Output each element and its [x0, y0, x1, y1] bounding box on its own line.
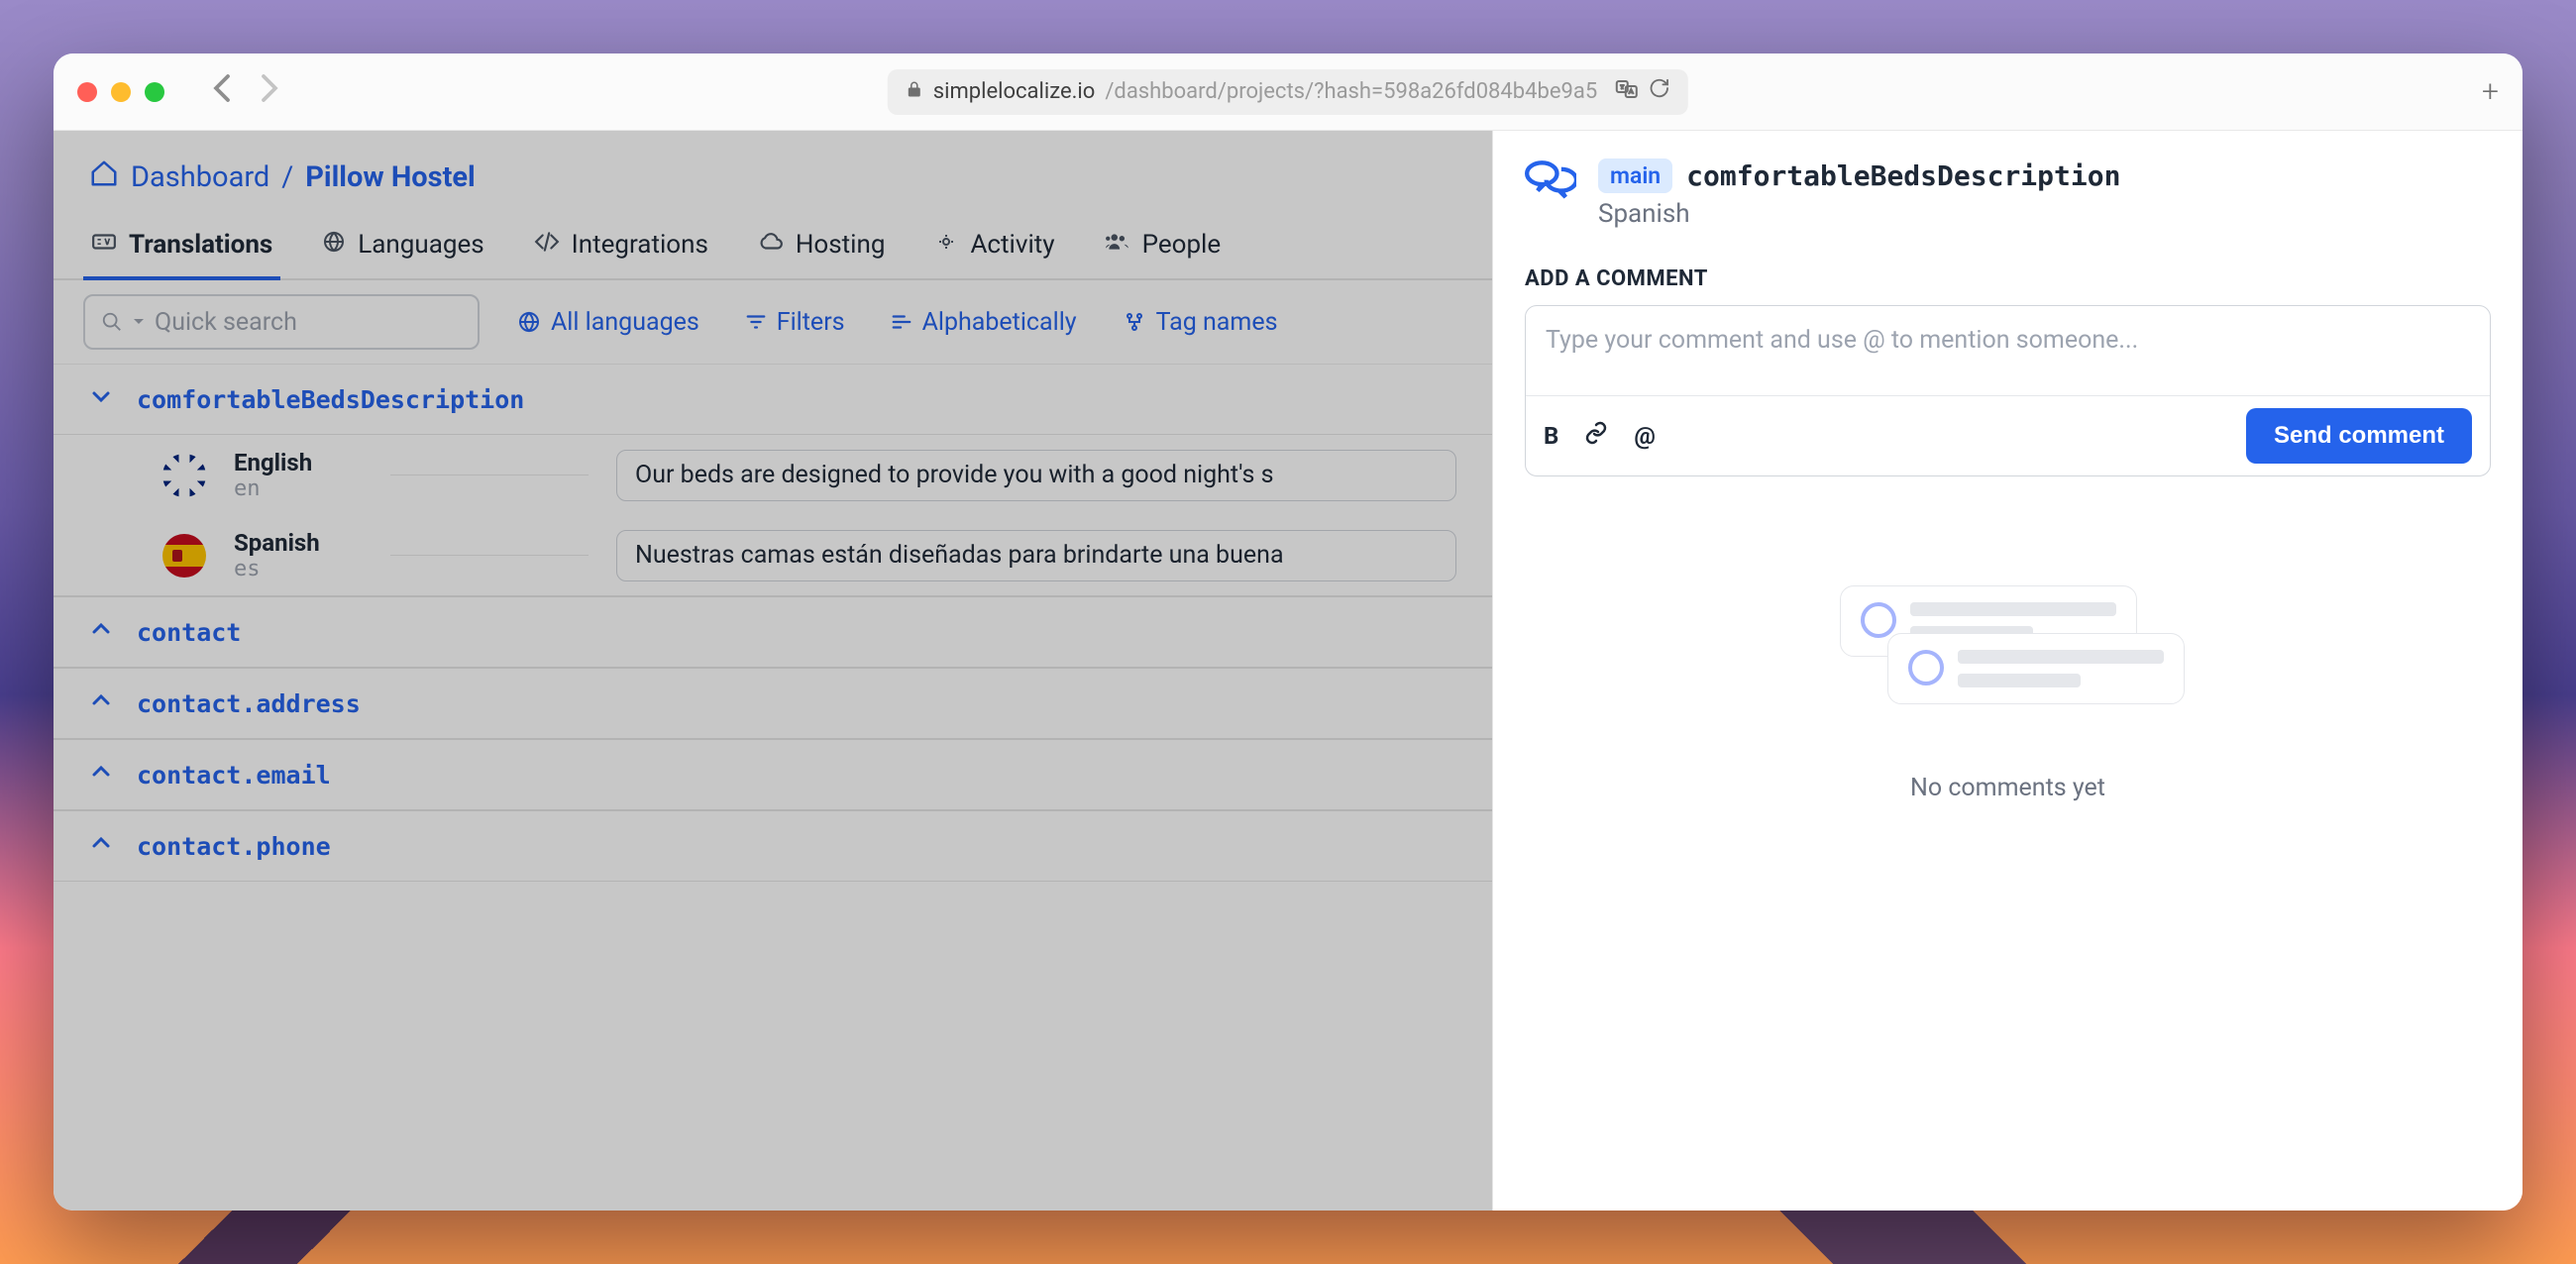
flag-es-icon	[162, 534, 206, 578]
tab-label: Integrations	[572, 230, 708, 260]
filter-label: Filters	[777, 308, 845, 337]
reload-icon[interactable]	[1649, 77, 1670, 106]
translation-key: contact	[137, 618, 241, 647]
comments-sidebar: main comfortableBedsDescription Spanish …	[1492, 131, 2522, 1211]
translation-input-es[interactable]: Nuestras camas están diseñadas para brin…	[616, 530, 1456, 581]
new-tab-button[interactable]: +	[2482, 74, 2499, 109]
mention-button[interactable]: @	[1634, 422, 1656, 450]
comment-box: Type your comment and use @ to mention s…	[1525, 305, 2491, 476]
translation-key: contact.phone	[137, 832, 331, 861]
translation-key-row[interactable]: contact.phone	[54, 810, 1492, 882]
tab-label: Activity	[970, 230, 1054, 260]
filters-button[interactable]: Filters	[737, 298, 853, 347]
translation-key-row[interactable]: comfortableBedsDescription	[54, 365, 1492, 435]
chevron-up-icon	[89, 688, 117, 718]
breadcrumb-dashboard[interactable]: Dashboard	[131, 160, 269, 194]
empty-text: No comments yet	[1910, 774, 2105, 802]
tab-label: Hosting	[796, 230, 886, 260]
forward-button[interactable]	[260, 73, 279, 110]
home-icon[interactable]	[89, 158, 119, 195]
translation-key: comfortableBedsDescription	[137, 385, 524, 414]
translation-entry-es: Spanish es Nuestras camas están diseñada…	[54, 515, 1492, 595]
branch-badge: main	[1598, 158, 1672, 193]
flag-uk-icon	[162, 454, 206, 497]
lang-code: en	[234, 476, 363, 501]
tab-translations[interactable]: Translations	[83, 215, 280, 278]
lock-icon	[906, 80, 923, 103]
translation-entry-en: English en Our beds are designed to prov…	[54, 435, 1492, 515]
main-area: Dashboard / Pillow Hostel Translations	[54, 131, 1492, 1211]
globe-icon	[517, 310, 541, 334]
tab-hosting[interactable]: Hosting	[750, 215, 894, 278]
code-icon	[534, 229, 560, 261]
tab-label: Translations	[129, 230, 272, 260]
cloud-icon	[758, 229, 784, 261]
tab-activity[interactable]: Activity	[926, 215, 1062, 278]
search-icon	[101, 311, 123, 333]
tab-label: Languages	[358, 230, 483, 260]
lang-name: Spanish	[234, 529, 363, 557]
chevron-up-icon	[89, 831, 117, 861]
url-domain: simplelocalize.io	[933, 79, 1096, 104]
chevron-down-icon	[133, 316, 145, 328]
translation-input-en[interactable]: Our beds are designed to provide you wit…	[616, 450, 1456, 501]
breadcrumb-project[interactable]: Pillow Hostel	[305, 160, 475, 194]
bold-button[interactable]: B	[1544, 422, 1558, 450]
chevron-up-icon	[89, 617, 117, 647]
all-languages-filter[interactable]: All languages	[509, 298, 707, 347]
tab-integrations[interactable]: Integrations	[526, 215, 716, 278]
browser-window: simplelocalize.io/dashboard/projects/?ha…	[54, 53, 2522, 1211]
search-input[interactable]: Quick search	[83, 294, 480, 350]
globe-icon	[322, 230, 346, 260]
lang-name: English	[234, 449, 363, 476]
back-button[interactable]	[212, 73, 232, 110]
translations-icon	[91, 229, 117, 261]
filter-label: Tag names	[1156, 308, 1278, 337]
translation-key: contact.address	[137, 689, 361, 718]
send-comment-button[interactable]: Send comment	[2246, 408, 2472, 464]
chat-icon	[1525, 158, 1576, 214]
empty-state: No comments yet	[1525, 585, 2491, 802]
sidebar-language: Spanish	[1598, 199, 2120, 229]
add-comment-label: ADD A COMMENT	[1525, 266, 2491, 291]
sort-button[interactable]: Alphabetically	[883, 298, 1085, 347]
chevron-up-icon	[89, 760, 117, 790]
translation-key: contact.email	[137, 761, 331, 790]
filter-label: Alphabetically	[922, 308, 1077, 337]
nav-arrows	[212, 73, 279, 110]
maximize-window-button[interactable]	[145, 82, 164, 102]
breadcrumb: Dashboard / Pillow Hostel	[54, 131, 1492, 215]
people-icon	[1105, 229, 1130, 261]
link-button[interactable]	[1584, 421, 1608, 451]
close-window-button[interactable]	[77, 82, 97, 102]
sidebar-key: comfortableBedsDescription	[1686, 159, 2120, 192]
url-bar[interactable]: simplelocalize.io/dashboard/projects/?ha…	[888, 69, 1688, 115]
search-placeholder: Quick search	[155, 308, 297, 337]
url-path: /dashboard/projects/?hash=598a26fd084b4b…	[1105, 79, 1597, 104]
minimize-window-button[interactable]	[111, 82, 131, 102]
breadcrumb-sep: /	[281, 160, 293, 194]
translation-key-row[interactable]: contact	[54, 596, 1492, 668]
tab-people[interactable]: People	[1097, 215, 1230, 278]
sort-icon	[891, 311, 912, 333]
filter-icon	[745, 311, 767, 333]
activity-icon	[934, 230, 958, 260]
chevron-down-icon	[89, 384, 117, 414]
filter-label: All languages	[551, 308, 699, 337]
comment-textarea[interactable]: Type your comment and use @ to mention s…	[1526, 306, 2490, 395]
translation-key-row[interactable]: contact.address	[54, 668, 1492, 739]
tag-names-button[interactable]: Tag names	[1115, 298, 1286, 347]
tab-label: People	[1142, 230, 1222, 260]
tag-icon	[1123, 310, 1146, 334]
tab-languages[interactable]: Languages	[314, 215, 491, 278]
lang-code: es	[234, 557, 363, 581]
empty-illustration	[1840, 585, 2177, 744]
browser-titlebar: simplelocalize.io/dashboard/projects/?ha…	[54, 53, 2522, 131]
translations-toolbar: Quick search All languages Filters Alpha…	[54, 280, 1492, 365]
main-tabs: Translations Languages Integrations	[54, 215, 1492, 280]
window-controls	[77, 82, 164, 102]
translate-icon[interactable]	[1615, 77, 1639, 106]
translation-key-row[interactable]: contact.email	[54, 739, 1492, 810]
